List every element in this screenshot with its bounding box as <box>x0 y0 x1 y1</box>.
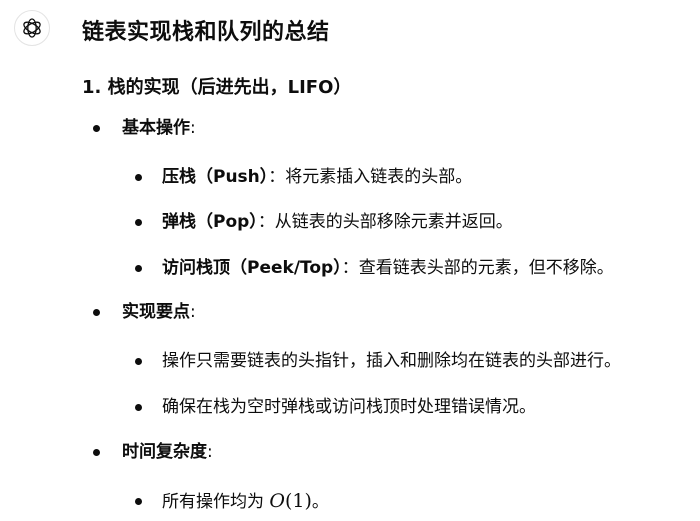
basic-ops-colon: : <box>190 118 196 138</box>
bullet-icon <box>135 404 142 411</box>
complexity-formula: O(1) <box>269 490 312 512</box>
bullet-icon <box>135 358 142 365</box>
section-title-stack: 1. 栈的实现（后进先出，LIFO） <box>82 77 352 98</box>
bullet-icon <box>135 265 142 272</box>
key-points-label: 实现要点 <box>122 302 190 322</box>
list-item-error-handling: 确保在栈为空时弹栈或访问栈顶时处理错误情况。 <box>135 395 536 419</box>
complexity-colon: : <box>207 442 213 462</box>
assistant-avatar <box>14 10 50 46</box>
math-close-paren: ) <box>304 490 312 512</box>
complexity-label: 时间复杂度 <box>122 442 207 462</box>
list-item-key-points: 实现要点: <box>93 300 196 324</box>
math-o: O <box>269 490 285 512</box>
bullet-icon <box>135 174 142 181</box>
bullet-icon <box>135 498 142 505</box>
key-points-colon: : <box>190 302 196 322</box>
list-item-complexity: 时间复杂度: <box>93 440 213 464</box>
list-item-push: 压栈（Push）：将元素插入链表的头部。 <box>135 165 473 189</box>
list-item-peek: 访问栈顶（Peek/Top）：查看链表头部的元素，但不移除。 <box>135 256 614 280</box>
complexity-suffix: 。 <box>311 492 329 512</box>
pop-term: 弹栈（Pop） <box>162 212 258 232</box>
bullet-icon <box>135 219 142 226</box>
math-one: 1 <box>292 490 305 512</box>
basic-ops-label: 基本操作 <box>122 118 190 138</box>
peek-desc: ：查看链表头部的元素，但不移除。 <box>341 258 614 278</box>
peek-term: 访问栈顶（Peek/Top） <box>162 258 342 278</box>
head-pointer-text: 操作只需要链表的头指针，插入和删除均在链表的头部进行。 <box>162 351 621 371</box>
pop-desc: ：从链表的头部移除元素并返回。 <box>257 212 513 232</box>
push-desc: ：将元素插入链表的头部。 <box>268 167 473 187</box>
bullet-icon <box>93 449 100 456</box>
message-title: 链表实现栈和队列的总结 <box>82 20 330 45</box>
error-handling-text: 确保在栈为空时弹栈或访问栈顶时处理错误情况。 <box>162 397 536 417</box>
openai-logo-icon <box>23 18 41 38</box>
list-item-basic-ops: 基本操作: <box>93 116 196 140</box>
bullet-icon <box>93 125 100 132</box>
complexity-prefix: 所有操作均为 <box>162 492 270 512</box>
list-item-pop: 弹栈（Pop）：从链表的头部移除元素并返回。 <box>135 210 513 234</box>
list-item-head-pointer: 操作只需要链表的头指针，插入和删除均在链表的头部进行。 <box>135 349 621 373</box>
list-item-complexity-value: 所有操作均为 O(1)。 <box>135 489 329 514</box>
push-term: 压栈（Push） <box>162 167 269 187</box>
bullet-icon <box>93 309 100 316</box>
